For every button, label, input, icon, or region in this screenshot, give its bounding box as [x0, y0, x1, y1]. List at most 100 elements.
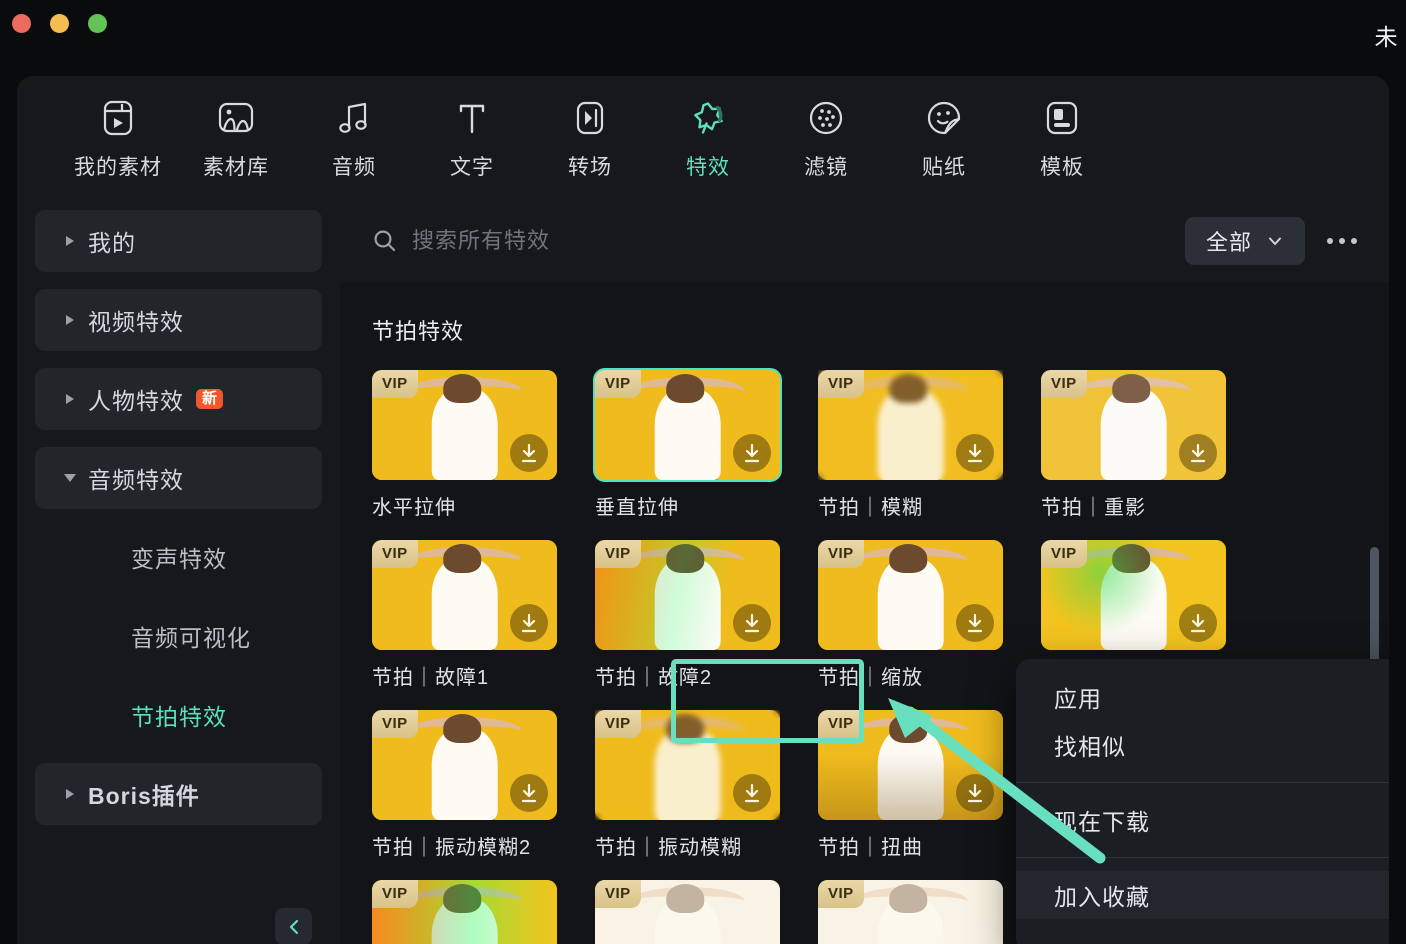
effect-thumbnail[interactable]: VIP: [1041, 540, 1226, 650]
vip-badge: VIP: [818, 710, 864, 738]
vip-badge: VIP: [1041, 540, 1087, 568]
category-sidebar: 我的 视频特效 人物特效 新 音频特效 变声特效 音频可视化 节拍特效 Bori…: [17, 200, 340, 944]
chevron-down-icon: [1269, 237, 1281, 245]
effect-thumbnail[interactable]: VIP: [818, 370, 1003, 480]
vip-badge: VIP: [595, 880, 641, 908]
download-icon[interactable]: [956, 434, 994, 472]
effect-card[interactable]: VIP 垂直拉伸: [593, 368, 782, 520]
context-menu-item[interactable]: 现在下载: [1016, 796, 1389, 844]
traffic-lights: [12, 14, 107, 33]
effect-caption: 节拍｜故障2: [595, 667, 713, 689]
effect-card[interactable]: VIP: [818, 880, 1003, 944]
vip-badge: VIP: [595, 370, 641, 398]
sidebar-item-voice-effects[interactable]: 变声特效: [35, 526, 322, 588]
sidebar-group-label: Boris插件: [88, 783, 200, 809]
effect-card[interactable]: VIP 节拍｜振动模糊2: [372, 710, 557, 860]
download-icon[interactable]: [956, 774, 994, 812]
search-icon: [372, 228, 406, 254]
close-window-button[interactable]: [12, 14, 31, 33]
effect-thumbnail[interactable]: VIP: [595, 710, 780, 820]
effect-card[interactable]: VIP: [595, 880, 780, 944]
tab-effects[interactable]: 特效: [649, 96, 767, 181]
tab-label: 文字: [450, 155, 494, 179]
context-menu-item[interactable]: 应用 ⌥A: [1016, 673, 1389, 721]
app-root: 未 我的素材 素材库 音频 文字 转场 特效 滤镜 贴纸 模板 我的 视频特效 …: [0, 0, 1406, 944]
tab-transition[interactable]: 转场: [531, 96, 649, 181]
effect-card[interactable]: VIP 节拍｜故障1: [372, 540, 557, 690]
download-icon[interactable]: [733, 604, 771, 642]
effect-caption: 节拍｜重影: [1041, 497, 1146, 519]
effects-panel: 全部 节拍特效 VIP 水平拉伸: [340, 200, 1389, 944]
tab-stock-library[interactable]: 素材库: [177, 96, 295, 181]
filter-icon: [807, 96, 845, 140]
effect-thumbnail[interactable]: VIP: [595, 880, 780, 944]
chevron-right-icon: [52, 236, 88, 246]
search-input[interactable]: [412, 228, 1185, 254]
download-icon[interactable]: [1179, 604, 1217, 642]
tab-audio[interactable]: 音频: [295, 96, 413, 181]
effect-card[interactable]: VIP 节拍｜模糊: [818, 370, 1003, 520]
collapse-sidebar-button[interactable]: [275, 908, 312, 944]
tab-text[interactable]: 文字: [413, 96, 531, 181]
effect-card[interactable]: VIP 节拍｜振动模糊: [595, 710, 780, 860]
context-menu-separator: [1016, 782, 1389, 783]
effect-card[interactable]: VIP 节拍｜重影: [1041, 370, 1226, 520]
tab-template[interactable]: 模板: [1003, 96, 1121, 181]
effect-thumbnail[interactable]: VIP: [372, 880, 557, 944]
sticker-icon: [925, 96, 963, 140]
sidebar-group-audio-effects[interactable]: 音频特效: [35, 447, 322, 509]
effect-thumbnail[interactable]: VIP: [818, 880, 1003, 944]
effect-thumbnail[interactable]: VIP: [1041, 370, 1226, 480]
transition-icon: [572, 96, 608, 140]
effect-card[interactable]: VIP 水平拉伸: [372, 370, 557, 520]
sidebar-item-beat-effects[interactable]: 节拍特效: [35, 684, 322, 746]
menu-item-label: 应用: [1054, 686, 1102, 712]
zoom-window-button[interactable]: [88, 14, 107, 33]
tab-sticker[interactable]: 贴纸: [885, 96, 1003, 181]
effect-card[interactable]: VIP: [372, 880, 557, 944]
text-icon: [454, 96, 490, 140]
effect-card[interactable]: VIP 节拍｜缩放: [818, 540, 1003, 690]
effect-thumbnail[interactable]: VIP: [372, 710, 557, 820]
download-icon[interactable]: [510, 604, 548, 642]
new-badge: 新: [196, 389, 224, 409]
effect-thumbnail[interactable]: VIP: [595, 540, 780, 650]
tab-label: 模板: [1040, 155, 1084, 179]
effect-card[interactable]: VIP 节拍｜故障2: [595, 540, 780, 690]
effect-caption: 节拍｜缩放: [818, 667, 923, 689]
tab-my-media[interactable]: 我的素材: [59, 96, 177, 181]
tab-filter[interactable]: 滤镜: [767, 96, 885, 181]
effect-card[interactable]: VIP 节拍｜扭曲: [818, 710, 1003, 860]
sidebar-group-video-effects[interactable]: 视频特效: [35, 289, 322, 351]
minimize-window-button[interactable]: [50, 14, 69, 33]
effect-thumbnail[interactable]: VIP: [593, 368, 782, 482]
sidebar-group-label: 我的: [88, 230, 136, 256]
sidebar-group-my[interactable]: 我的: [35, 210, 322, 272]
vip-badge: VIP: [818, 880, 864, 908]
tab-label: 贴纸: [922, 155, 966, 179]
filter-dropdown[interactable]: 全部: [1185, 217, 1305, 265]
effect-caption: 节拍｜振动模糊2: [372, 837, 532, 859]
effect-thumbnail[interactable]: VIP: [372, 540, 557, 650]
sidebar-group-boris-plugin[interactable]: Boris插件: [35, 763, 322, 825]
download-icon[interactable]: [1179, 434, 1217, 472]
effect-thumbnail[interactable]: VIP: [818, 710, 1003, 820]
sidebar-group-label: 人物特效: [88, 388, 184, 414]
tab-label: 特效: [686, 155, 730, 179]
download-icon[interactable]: [510, 774, 548, 812]
more-options-icon[interactable]: [1323, 230, 1361, 252]
top-navigation: 我的素材 素材库 音频 文字 转场 特效 滤镜 贴纸 模板: [17, 76, 1389, 200]
download-icon[interactable]: [733, 434, 771, 472]
application-window: 我的素材 素材库 音频 文字 转场 特效 滤镜 贴纸 模板 我的 视频特效 人物…: [17, 76, 1389, 944]
context-menu-item[interactable]: 加入收藏 ⇧F: [1016, 871, 1389, 919]
download-icon[interactable]: [956, 604, 994, 642]
download-icon[interactable]: [510, 434, 548, 472]
download-icon[interactable]: [733, 774, 771, 812]
sidebar-group-character-effects[interactable]: 人物特效 新: [35, 368, 322, 430]
menu-item-label: 加入收藏: [1054, 884, 1150, 910]
context-menu-item[interactable]: 找相似: [1016, 721, 1389, 769]
sidebar-item-label: 变声特效: [131, 546, 227, 572]
effect-thumbnail[interactable]: VIP: [372, 370, 557, 480]
sidebar-item-audio-visualizer[interactable]: 音频可视化: [35, 605, 322, 667]
effect-thumbnail[interactable]: VIP: [818, 540, 1003, 650]
